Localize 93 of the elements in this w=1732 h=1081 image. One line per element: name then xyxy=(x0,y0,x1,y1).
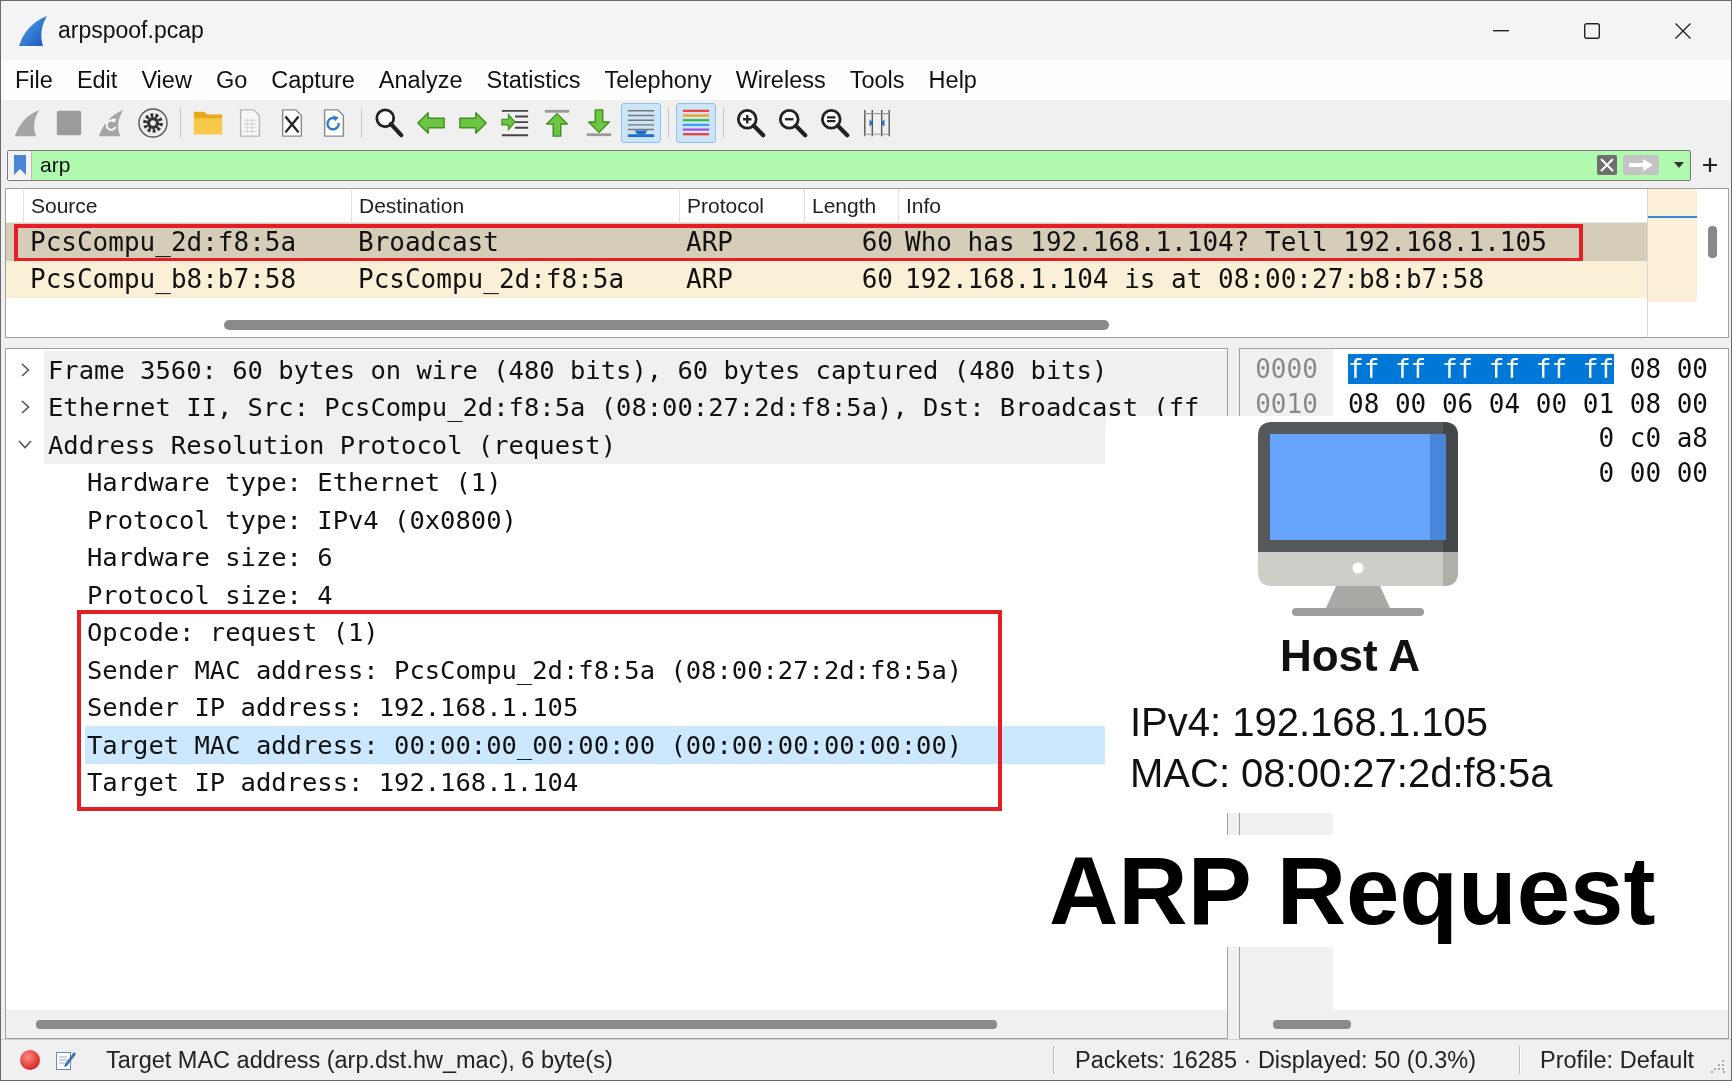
restart-icon xyxy=(96,108,126,138)
tree-item[interactable]: Hardware type: Ethernet (1) xyxy=(85,463,1105,501)
zoom-out-icon xyxy=(778,108,808,138)
auto-scroll-button[interactable] xyxy=(621,103,661,143)
status-dot-icon[interactable] xyxy=(20,1050,40,1070)
menu-item[interactable]: Statistics xyxy=(474,62,593,98)
zoom-reset-icon xyxy=(820,108,850,138)
hex-bytes: 0 c0 a8 xyxy=(1598,423,1708,454)
column-header[interactable]: Source xyxy=(23,189,351,222)
arrow-right-icon xyxy=(1623,155,1659,175)
menu-item[interactable]: Go xyxy=(203,62,260,98)
menu-item[interactable]: Edit xyxy=(64,62,130,98)
chevron-right-icon[interactable] xyxy=(20,400,30,415)
window-title: arpspoof.pcap xyxy=(58,17,204,44)
tree-item[interactable]: Ethernet II, Src: PcsCompu_2d:f8:5a (08:00:27:2d:f8:5a), Dst: Broadcast (ff xyxy=(44,388,1227,426)
filter-input[interactable]: arp xyxy=(32,151,1594,179)
colorize-button[interactable] xyxy=(676,103,716,143)
table-cell-text: ARP xyxy=(685,226,734,257)
column-header[interactable]: Destination xyxy=(351,189,679,222)
close-icon xyxy=(1674,22,1691,39)
close-icon xyxy=(1597,155,1617,175)
tree-item[interactable]: Frame 3560: 60 bytes on wire (480 bits), 60 bytes captured (480 bits) xyxy=(44,351,1227,389)
menu-item[interactable]: File xyxy=(3,62,65,98)
menu-item[interactable]: View xyxy=(129,62,204,98)
hex-bytes: ff ff ff ff ff ff xyxy=(1348,354,1615,385)
shark-fin-icon xyxy=(19,15,47,46)
minimize-icon xyxy=(1492,29,1509,32)
packet-row[interactable]: PcsCompu_2d:f8:5a Broadcast ARP 60 Who has 192.168.1.104? Tell 192.168.1.105 xyxy=(6,223,1647,261)
column-resize-icon xyxy=(862,108,892,138)
caret-down-icon xyxy=(1674,162,1684,168)
table-cell-text: Broadcast xyxy=(357,226,500,257)
table-cell-text: PcsCompu_2d:f8:5a xyxy=(29,226,298,257)
menu-item[interactable]: Wireless xyxy=(723,62,838,98)
auto-scroll-icon xyxy=(626,108,656,138)
bookmark-icon xyxy=(13,155,26,175)
monitor-icon xyxy=(1258,422,1458,616)
table-cell-text: Who has 192.168.1.104? Tell 192.168.1.105 xyxy=(904,226,1548,257)
host-address: MAC: 08:00:27:2d:f8:5a xyxy=(1129,750,1554,797)
field-info-text: Target MAC address (arp.dst.hw_mac), 6 byte(s) xyxy=(106,1046,614,1074)
tree-item[interactable]: Sender IP address: 192.168.1.105 xyxy=(85,688,1105,726)
pencil-note-icon[interactable] xyxy=(56,1050,76,1070)
colorize-icon xyxy=(681,108,711,138)
tree-item[interactable]: Target IP address: 192.168.1.104 xyxy=(85,763,1105,801)
search-icon xyxy=(374,108,404,138)
shark-fin-icon xyxy=(12,108,42,138)
scrollbar-thumb[interactable] xyxy=(224,320,1109,330)
hex-bytes: 08 00 06 04 00 01 08 00 xyxy=(1348,388,1708,419)
list-arrow-icon xyxy=(500,108,530,138)
menu-item[interactable]: Analyze xyxy=(366,62,475,98)
table-cell-text: 192.168.1.104 is at 08:00:27:b8:b7:58 xyxy=(904,264,1486,295)
tree-item[interactable]: Protocol type: IPv4 (0x0800) xyxy=(85,501,1105,539)
arrow-down-icon xyxy=(584,108,614,138)
hex-offset: 0000 xyxy=(1255,354,1318,385)
scrollbar-thumb[interactable] xyxy=(1273,1019,1351,1029)
table-cell-text: ARP xyxy=(685,264,734,295)
chevron-right-icon[interactable] xyxy=(20,362,30,377)
hex-bytes: 0 00 00 xyxy=(1598,457,1708,488)
column-header[interactable]: Info xyxy=(898,189,1647,222)
resize-grip-icon[interactable] xyxy=(1711,1059,1725,1073)
hex-bytes: 08 00 xyxy=(1629,354,1708,385)
tree-item[interactable]: Opcode: request (1) xyxy=(85,613,1105,651)
tree-item[interactable]: Address Resolution Protocol (request) xyxy=(44,426,1105,464)
tree-item[interactable]: Sender MAC address: PcsCompu_2d:f8:5a (08:00:27:2d:f8:5a) xyxy=(85,651,1105,689)
column-header[interactable]: Protocol xyxy=(679,189,804,222)
display-filter-field[interactable]: arp xyxy=(7,149,1691,181)
packet-count-text: Packets: 16285 · Displayed: 50 (0.3%) xyxy=(1074,1046,1477,1074)
plus-icon xyxy=(1703,158,1717,172)
packet-row[interactable]: PcsCompu_b8:b7:58 PcsCompu_2d:f8:5a ARP 60 192.168.1.104 is at 08:00:27:b8:b7:58 xyxy=(6,260,1647,298)
zoom-in-icon xyxy=(736,108,766,138)
menu-item[interactable]: Tools xyxy=(837,62,917,98)
maximize-icon xyxy=(1583,22,1600,39)
chevron-down-icon[interactable] xyxy=(18,440,32,450)
host-name: Host A xyxy=(1278,630,1422,682)
scrollbar-thumb[interactable] xyxy=(1708,226,1717,258)
table-cell-text: PcsCompu_b8:b7:58 xyxy=(29,264,298,295)
menu-item[interactable]: Telephony xyxy=(592,62,724,98)
table-cell-text: 60 xyxy=(860,226,894,257)
table-cell-text: 60 xyxy=(860,264,894,295)
arrow-up-icon xyxy=(542,108,572,138)
menu-item[interactable]: Capture xyxy=(259,62,367,98)
menu-item[interactable]: Help xyxy=(916,62,989,98)
stop-icon xyxy=(54,108,84,138)
tree-item[interactable]: Protocol size: 4 xyxy=(85,576,1105,614)
tree-item[interactable]: Target MAC address: 00:00:00_00:00:00 (00:00:00:00:00:00) xyxy=(85,726,1105,764)
tree-item[interactable]: Hardware size: 6 xyxy=(85,538,1105,576)
table-cell-text: PcsCompu_2d:f8:5a xyxy=(357,264,626,295)
column-header[interactable]: Length xyxy=(804,189,898,222)
scrollbar-thumb[interactable] xyxy=(36,1019,997,1029)
host-address: IPv4: 192.168.1.105 xyxy=(1129,699,1490,746)
profile-label[interactable]: Profile: Default xyxy=(1521,1046,1706,1074)
hex-offset: 0010 xyxy=(1255,388,1318,419)
filter-bookmark-button[interactable] xyxy=(8,150,32,180)
gear-icon xyxy=(138,108,168,138)
